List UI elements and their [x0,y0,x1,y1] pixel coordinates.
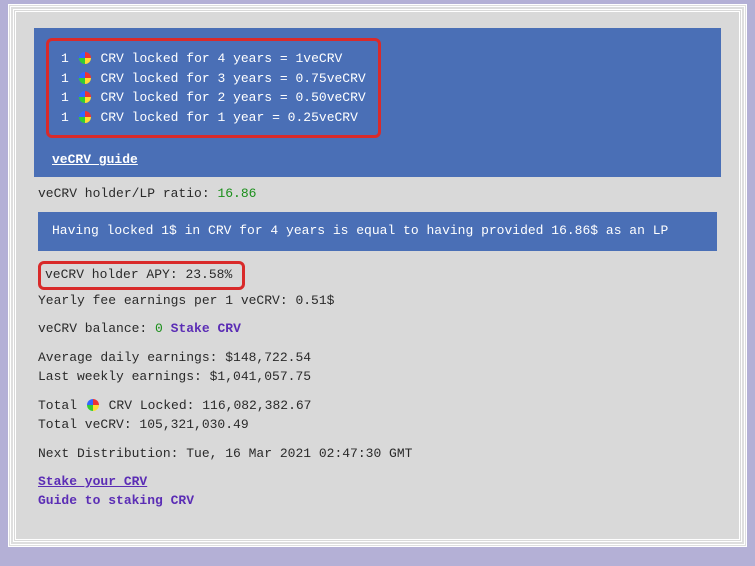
ratio-value: 16.86 [217,186,256,201]
apy-highlight: veCRV holder APY: 23.58% [38,261,245,290]
totals-block: Total CRV Locked: 116,082,382.67 Total v… [38,397,717,435]
avg-daily-line: Average daily earnings: $148,722.54 [38,349,717,368]
total-rest: Locked: 116,082,382.67 [140,398,312,413]
vecrv-guide-link[interactable]: veCRV guide [52,152,138,167]
lock-rule: 1 CRV locked for 2 years = 0.50veCRV [61,88,366,108]
lock-prefix: 1 [61,51,69,66]
crv-token-icon [87,399,99,411]
stake-crv-link[interactable]: Stake CRV [171,321,241,336]
footer-links: Stake your CRV Guide to staking CRV [38,473,717,511]
lock-rule: 1 CRV locked for 1 year = 0.25veCRV [61,108,366,128]
total-prefix: Total [38,398,85,413]
guide-staking-link[interactable]: Guide to staking CRV [38,493,194,508]
total-locked-line: Total CRV Locked: 116,082,382.67 [38,397,717,416]
lock-text: locked for 2 years = 0.50veCRV [132,90,366,105]
lock-rule: 1 CRV locked for 4 years = 1veCRV [61,49,366,69]
lock-token: CRV [100,71,123,86]
crv-token-icon [79,111,91,123]
total-token: CRV [109,398,132,413]
lock-token: CRV [100,90,123,105]
ratio-label: veCRV holder/LP ratio: [38,186,217,201]
lock-rules-highlight: 1 CRV locked for 4 years = 1veCRV 1 CRV … [46,38,381,138]
total-vecrv-line: Total veCRV: 105,321,030.49 [38,416,717,435]
lock-prefix: 1 [61,110,69,125]
last-weekly-line: Last weekly earnings: $1,041,057.75 [38,368,717,387]
lock-prefix: 1 [61,71,69,86]
lock-info-box: 1 CRV locked for 4 years = 1veCRV 1 CRV … [34,28,721,177]
ratio-line: veCRV holder/LP ratio: 16.86 [38,185,717,204]
window-frame: 1 CRV locked for 4 years = 1veCRV 1 CRV … [8,4,747,547]
body-content: veCRV holder/LP ratio: 16.86 Having lock… [34,177,721,511]
lock-rule: 1 CRV locked for 3 years = 0.75veCRV [61,69,366,89]
yearly-fee-line: Yearly fee earnings per 1 veCRV: 0.51$ [38,292,717,311]
apy-label: veCRV holder APY: [45,267,185,282]
crv-token-icon [79,52,91,64]
apy-value: 23.58% [185,267,232,282]
content-panel: 1 CRV locked for 4 years = 1veCRV 1 CRV … [13,9,742,542]
crv-token-icon [79,72,91,84]
balance-label: veCRV balance: [38,321,155,336]
next-dist-line: Next Distribution: Tue, 16 Mar 2021 02:4… [38,445,717,464]
equivalence-banner: Having locked 1$ in CRV for 4 years is e… [38,212,717,251]
lock-token: CRV [100,51,123,66]
lock-prefix: 1 [61,90,69,105]
lock-text: locked for 3 years = 0.75veCRV [132,71,366,86]
stake-your-crv-link[interactable]: Stake your CRV [38,474,147,489]
balance-line: veCRV balance: 0 Stake CRV [38,320,717,339]
earnings-block: Average daily earnings: $148,722.54 Last… [38,349,717,387]
crv-token-icon [79,91,91,103]
lock-text: locked for 4 years = 1veCRV [132,51,343,66]
lock-token: CRV [100,110,123,125]
balance-value: 0 [155,321,163,336]
lock-text: locked for 1 year = 0.25veCRV [132,110,358,125]
